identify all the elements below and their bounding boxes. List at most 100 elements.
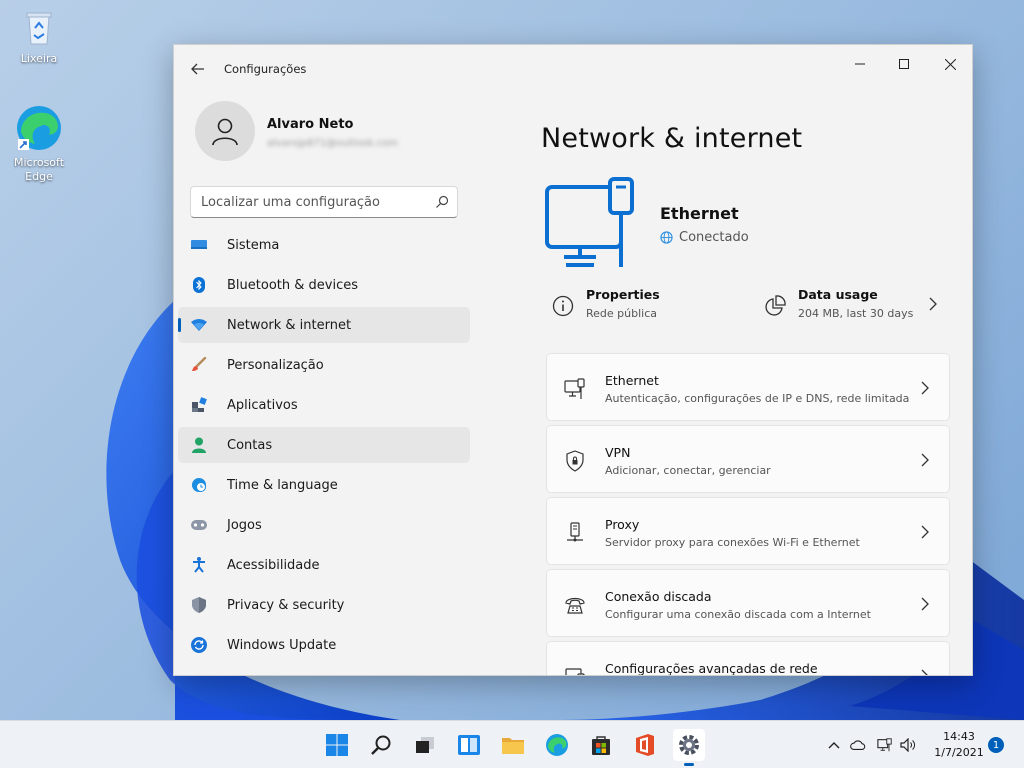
back-button[interactable] [186,57,210,81]
title-bar[interactable]: Configurações [174,45,972,93]
globe-icon [660,231,673,244]
selected-indicator [178,318,181,332]
maximize-button[interactable] [881,49,927,79]
page-title: Network & internet [541,123,803,154]
sidebar-item-time-language[interactable]: Time & language [178,467,470,503]
connection-status: Conectado [660,230,749,245]
gamepad-icon [191,517,207,533]
wifi-icon [191,317,207,333]
ethernet-hero-icon [544,177,640,269]
search-box[interactable] [190,186,458,218]
card-ethernet[interactable]: Ethernet Autenticação, configurações de … [546,353,950,421]
settings-button[interactable] [673,729,705,761]
sidebar-item-jogos[interactable]: Jogos [178,507,470,543]
sidebar-item-label: Jogos [227,517,262,533]
running-indicator [684,763,694,766]
network-tray-icon[interactable] [877,737,893,753]
vpn-shield-icon [566,450,584,472]
start-button[interactable] [321,729,353,761]
volume-icon[interactable] [900,737,916,753]
close-button[interactable] [927,49,972,79]
sidebar-item-contas[interactable]: Contas [178,427,470,463]
chevron-right-icon [921,381,929,395]
sidebar-item-sistema[interactable]: Sistema [178,227,470,263]
sidebar-item-label: Aplicativos [227,397,298,413]
sidebar-item-personalizacao[interactable]: Personalização [178,347,470,383]
card-title: Configurações avançadas de rede [605,661,818,676]
minimize-button[interactable] [837,49,883,79]
recycle-bin-icon [19,8,59,48]
arrow-left-icon [191,63,204,75]
file-explorer-button[interactable] [497,729,529,761]
gear-icon [679,735,699,755]
properties-link[interactable]: Properties Rede pública [552,287,660,331]
close-icon [944,58,956,70]
shield-icon [191,597,207,613]
properties-title: Properties [586,287,660,302]
desktop-icon-recycle-bin[interactable]: Lixeira [7,8,71,65]
edge-icon [15,104,63,152]
system-icon [191,237,207,253]
notification-badge[interactable]: 1 [988,737,1004,753]
sidebar-item-label: Windows Update [227,637,337,653]
maximize-icon [899,59,909,69]
avatar[interactable] [195,101,255,161]
office-button[interactable] [629,729,661,761]
card-title: VPN [605,445,631,460]
monitor-icon [565,668,585,675]
sidebar-nav: Sistema Bluetooth & devices Network & in… [178,227,470,667]
store-button[interactable] [585,729,617,761]
sidebar-item-label: Personalização [227,357,324,373]
desktop-icon-edge[interactable]: Microsoft Edge [7,104,71,184]
widgets-icon [458,735,480,755]
clock-date: 1/7/2021 [934,746,984,759]
edge-icon [546,734,568,756]
card-vpn[interactable]: VPN Adicionar, conectar, gerenciar [546,425,950,493]
sidebar-item-privacy[interactable]: Privacy & security [178,587,470,623]
task-view-button[interactable] [409,729,441,761]
card-subtitle: Servidor proxy para conexões Wi-Fi e Eth… [605,536,860,549]
profile-email: alvarojp871@outlook.com [267,138,398,149]
card-proxy[interactable]: Proxy Servidor proxy para conexões Wi-Fi… [546,497,950,565]
connection-name: Ethernet [660,204,739,223]
sidebar-item-label: Contas [227,437,273,453]
system-clock[interactable]: 14:43 1/7/2021 [931,729,987,761]
search-icon[interactable] [435,195,449,209]
card-advanced-network[interactable]: Configurações avançadas de rede [546,641,950,676]
sidebar-item-aplicativos[interactable]: Aplicativos [178,387,470,423]
sidebar-item-acessibilidade[interactable]: Acessibilidade [178,547,470,583]
sidebar-item-label: Privacy & security [227,597,345,613]
info-icon [552,295,574,317]
sidebar-item-label: Bluetooth & devices [227,277,358,293]
settings-window: Configurações Alvaro Neto alvarojp871@ou… [173,44,973,676]
window-title: Configurações [224,62,307,76]
widgets-button[interactable] [453,729,485,761]
chevron-right-icon [921,669,928,675]
accessibility-icon [191,557,207,573]
sidebar-item-label: Acessibilidade [227,557,320,573]
minimize-icon [855,63,865,65]
profile-name: Alvaro Neto [267,117,354,132]
chevron-right-icon [921,525,929,539]
sidebar-item-network[interactable]: Network & internet [178,307,470,343]
onedrive-cloud-icon[interactable] [850,737,866,753]
data-usage-link[interactable]: Data usage 204 MB, last 30 days [764,287,913,331]
sidebar-item-bluetooth[interactable]: Bluetooth & devices [178,267,470,303]
card-subtitle: Adicionar, conectar, gerenciar [605,464,771,477]
search-icon [371,735,391,755]
card-dialup[interactable]: Conexão discada Configurar uma conexão d… [546,569,950,637]
dialup-icon [565,597,585,614]
card-title: Conexão discada [605,589,712,604]
person-icon [212,118,238,146]
tray-chevron-up-icon[interactable] [826,737,842,753]
sidebar-item-label: Network & internet [227,317,352,333]
sidebar-item-windows-update[interactable]: Windows Update [178,627,470,663]
sidebar-item-label: Time & language [227,477,338,493]
edge-button[interactable] [541,729,573,761]
search-button[interactable] [365,729,397,761]
chevron-right-icon[interactable] [926,297,940,311]
clock-globe-icon [191,477,207,493]
pie-chart-icon [765,295,786,316]
search-input[interactable] [191,187,421,217]
data-usage-title: Data usage [798,287,878,302]
